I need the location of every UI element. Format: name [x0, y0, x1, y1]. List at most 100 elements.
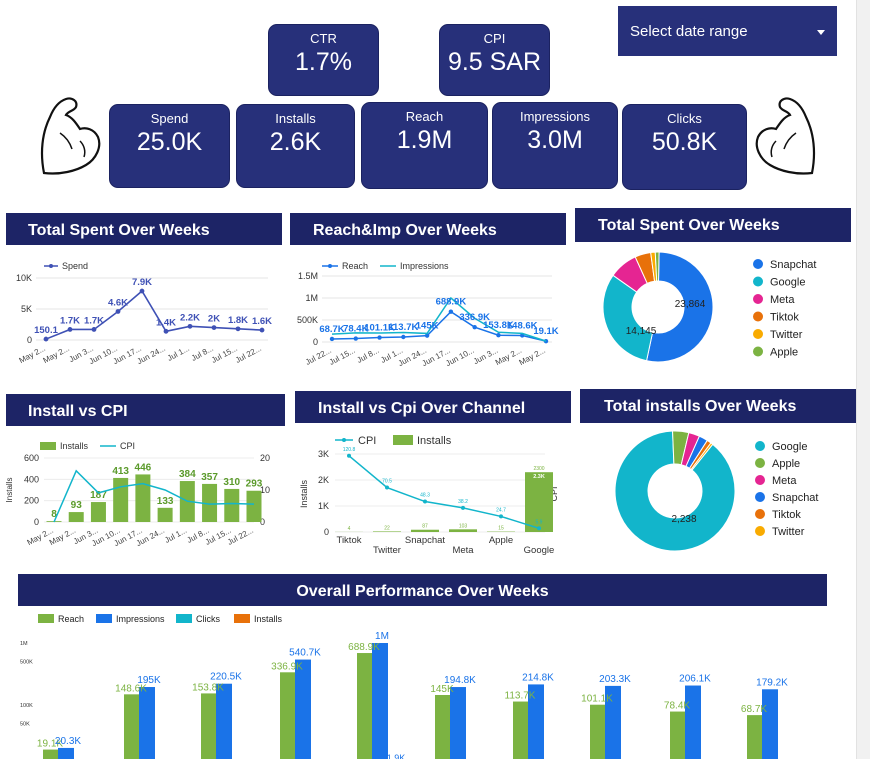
data-point — [472, 324, 477, 330]
bar-installs — [157, 507, 173, 522]
data-label: 150.1 — [34, 325, 58, 336]
data-point — [496, 333, 501, 338]
bar-impressions — [762, 689, 778, 759]
dropdown-caret-icon — [817, 30, 825, 35]
data-point — [377, 335, 382, 340]
kpi-impressions-label: Impressions — [519, 109, 591, 124]
data-point — [401, 334, 406, 340]
data-label-cpi: 70.5 — [382, 479, 392, 485]
data-point — [139, 288, 145, 294]
data-label: 357 — [201, 472, 218, 483]
x-tick-label: Snapchat — [405, 535, 446, 546]
y-tick-label: 0 — [34, 517, 39, 527]
data-label: 1.7K — [60, 315, 80, 326]
legend-label-spend: Spend — [62, 261, 88, 271]
data-point — [235, 326, 241, 332]
kpi-spend-label: Spend — [150, 111, 189, 126]
legend-marker-google — [753, 276, 763, 287]
data-label: 310 — [223, 477, 240, 488]
data-label-installs: 4 — [348, 526, 351, 532]
data-label-reach: 153.8K — [192, 682, 224, 693]
data-label: 7.9K — [132, 277, 152, 288]
data-label: 1.4K — [156, 317, 176, 328]
data-label: 23,864 — [675, 299, 706, 310]
bar-reach — [670, 711, 685, 759]
data-label: 113.7K — [388, 322, 418, 333]
x-tick-label: Jul 15... — [210, 344, 239, 365]
kpi-ctr: CTR 1.7% — [268, 24, 379, 96]
data-label: 1.6K — [252, 316, 272, 327]
kpi-cpi-value: 9.5 SAR — [447, 48, 542, 76]
slice-google — [602, 274, 654, 362]
page-scrollbar[interactable] — [856, 0, 870, 759]
kpi-spend-value: 25.0K — [136, 128, 203, 156]
x-tick-label: May 2... — [494, 346, 523, 367]
data-label: 68.7K — [319, 324, 344, 335]
legend-marker-meta — [755, 475, 765, 485]
bar-impressions — [372, 643, 388, 759]
legend-marker-apple — [755, 458, 765, 468]
data-label-impressions: 1M — [375, 631, 389, 642]
bar-reach — [590, 704, 605, 759]
y-tick-label: 500K — [20, 660, 33, 666]
legend-marker-twitter — [755, 526, 765, 536]
data-label-reach: 336.9K — [271, 661, 303, 672]
y-tick-label: 1K — [318, 501, 329, 511]
data-label-impressions: 194.8K — [444, 675, 476, 686]
bar-impressions — [450, 687, 466, 759]
date-range-select[interactable]: Select date range — [618, 6, 837, 56]
data-label-cpi: 38.2 — [458, 499, 468, 505]
x-tick-label: Twitter — [373, 545, 401, 556]
chart-install-cpi: Installs CPIInstalls0200400600010208May 2… — [5, 441, 270, 548]
data-label-installs: 15 — [498, 526, 504, 532]
data-label: 2K — [208, 314, 220, 325]
bar-reach — [201, 693, 216, 759]
legend-label-tiktok: Tiktok — [770, 312, 799, 324]
legend-label-installs: Installs — [254, 614, 283, 624]
data-label-impressions: 206.1K — [679, 674, 711, 685]
y-axis-title: Installs — [5, 478, 14, 503]
kpi-reach-value: 1.9M — [396, 126, 453, 154]
bar-impressions — [295, 659, 311, 759]
bar-installs — [113, 477, 129, 522]
data-label-cpi: 48.3 — [420, 493, 430, 499]
legend-label-twitter: Twitter — [770, 329, 803, 341]
x-tick-label: Jul 22... — [304, 346, 333, 367]
y-tick-label: 0 — [313, 337, 318, 347]
chart-overall-performance: ReachImpressionsClicksInstalls5M1M500K10… — [20, 614, 788, 759]
legend-label-reach: Reach — [58, 614, 84, 624]
y-tick-label: 400 — [24, 474, 39, 484]
bar-installs — [373, 531, 401, 532]
bar-reach — [513, 701, 528, 759]
x-tick-label: Jul 22... — [226, 526, 255, 547]
data-label-reach: 113.7K — [505, 691, 536, 702]
kpi-installs: Installs 2.6K — [236, 104, 355, 188]
data-label-reach: 688.9K — [348, 642, 380, 653]
chart-total-spent-donut: Snapchat Google Meta Tiktok Twitter Apple 23,8… — [602, 251, 816, 363]
y-tick-label: 0 — [324, 527, 329, 537]
legend-marker-cpi — [342, 438, 346, 442]
legend-label-impressions: Impressions — [116, 614, 165, 624]
data-point — [385, 485, 389, 490]
data-point — [448, 309, 454, 314]
y2-tick-label: 20 — [260, 453, 270, 463]
data-point — [537, 526, 541, 531]
chart-install-channel: CPI InstallsInstalls CPI01K2K3K4Tiktok22Tw… — [299, 435, 559, 556]
title-overall: Overall Performance Over Weeks — [18, 574, 827, 606]
legend-label-apple: Apple — [770, 347, 798, 359]
kpi-impressions-value: 3.0M — [527, 126, 583, 154]
x-tick-label: Google — [524, 545, 555, 556]
legend-label-google: Google — [772, 441, 807, 453]
bar-installs — [449, 529, 477, 532]
kpi-cpi: CPI 9.5 SAR — [439, 24, 550, 96]
legend-label-apple: Apple — [772, 458, 800, 470]
bar-installs — [224, 488, 240, 522]
bar-impressions — [685, 685, 701, 759]
x-tick-label: Jul 8... — [355, 346, 380, 365]
title-total-spent: Total Spent Over Weeks — [6, 213, 282, 245]
kpi-installs-value: 2.6K — [269, 128, 322, 156]
legend-marker-spend — [49, 264, 53, 268]
bar-reach — [280, 672, 295, 759]
kpi-ctr-value: 1.7% — [295, 48, 352, 76]
legend-marker-apple — [753, 346, 763, 357]
